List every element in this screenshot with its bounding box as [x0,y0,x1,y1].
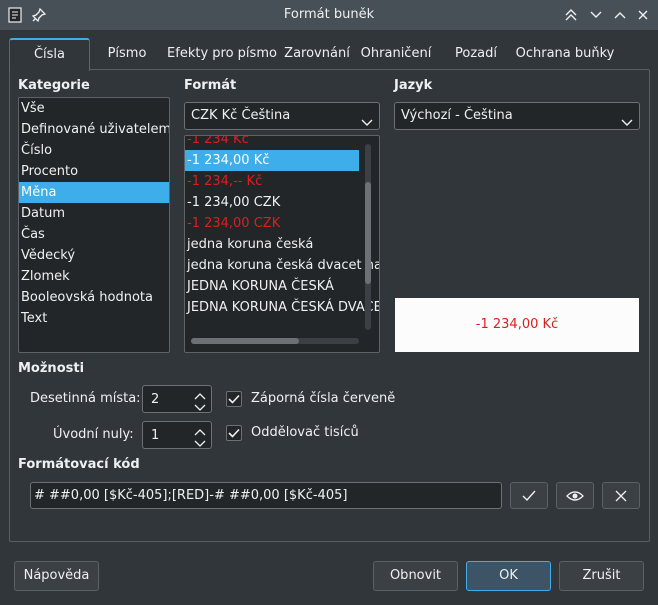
format-item[interactable]: jedna koruna česká [185,234,359,255]
close-icon [615,490,627,502]
close-icon[interactable] [634,6,652,24]
checkmark-icon [522,490,536,502]
checkmark-icon [228,394,240,404]
cancel-button[interactable]: Zrušit [559,561,644,591]
category-item-boolean[interactable]: Booleovská hodnota [19,287,169,308]
keep-above-icon[interactable] [562,6,580,24]
category-item-user-defined[interactable]: Definované uživatelem [19,119,169,140]
format-label: Formát [184,78,237,93]
negative-red-label[interactable]: Záporná čísla červeně [251,391,395,406]
format-item[interactable]: -1 234,00 CZK [185,213,359,234]
reset-button[interactable]: Obnovit [373,561,458,591]
minimize-icon[interactable] [587,6,605,24]
format-item[interactable]: -1 234 Kč [185,136,359,150]
language-combo-value: Výchozí - Čeština [401,108,513,123]
chevron-down-icon [361,111,373,137]
window-title: Formát buněk [283,7,375,22]
tab-pismo[interactable]: Písmo [96,38,158,69]
currency-combo-value: CZK Kč Čeština [191,108,291,123]
category-item-cas[interactable]: Čas [19,224,169,245]
negative-red-checkbox[interactable] [226,391,242,407]
ok-button[interactable]: OK [466,561,551,591]
tab-ohraniceni[interactable]: Ohraničení [358,38,434,69]
checkmark-icon [228,428,240,438]
currency-combo[interactable]: CZK Kč Čeština [184,102,380,130]
format-item-selected[interactable]: -1 234,00 Kč [185,150,359,171]
category-item-datum[interactable]: Datum [19,203,169,224]
hscroll-thumb[interactable] [191,338,299,344]
decimal-places-label: Desetinná místa: [30,391,141,406]
format-list-hscrollbar[interactable] [191,338,359,344]
leading-zeros-label: Úvodní nuly: [53,427,134,442]
decimal-places-spinbox[interactable]: 2 [142,385,212,413]
maximize-icon[interactable] [611,6,629,24]
apply-format-code-button[interactable] [510,482,548,509]
tab-cisla[interactable]: Čísla [9,38,90,71]
category-label: Kategorie [18,78,90,93]
format-list[interactable]: -1 234 Kč -1 234,00 Kč -1 234,-- Kč -1 2… [184,135,380,353]
pin-icon[interactable] [30,6,48,24]
format-item[interactable]: JEDNA KORUNA ČESKÁ [185,276,359,297]
leading-zeros-value: 1 [151,428,160,443]
category-list[interactable]: Vše Definované uživatelem Číslo Procento… [18,97,170,353]
help-button[interactable]: Nápověda [14,561,99,591]
tab-pozadi[interactable]: Pozadí [448,38,504,69]
format-item[interactable]: jedna koruna česká dvacet haléřů [185,255,379,276]
thousands-separator-checkbox[interactable] [226,425,242,441]
spin-down-icon[interactable] [194,401,206,416]
format-code-value: # ##0,00 [$Kč-405];[RED]-# ##0,00 [$Kč-4… [34,488,348,503]
options-label: Možnosti [18,361,85,376]
format-list-vscrollbar[interactable] [365,144,371,330]
language-combo[interactable]: Výchozí - Čeština [394,102,640,130]
edit-comment-button[interactable] [556,482,594,509]
preview-text: -1 234,00 Kč [475,317,559,332]
category-item-procento[interactable]: Procento [19,161,169,182]
format-item[interactable]: -1 234,-- Kč [185,171,359,192]
eye-icon [566,491,584,501]
format-code-input[interactable]: # ##0,00 [$Kč-405];[RED]-# ##0,00 [$Kč-4… [30,482,502,509]
decimal-places-value: 2 [151,392,160,407]
category-item-vse[interactable]: Vše [19,98,169,119]
language-label: Jazyk [394,78,433,93]
category-item-cislo[interactable]: Číslo [19,140,169,161]
format-preview: -1 234,00 Kč [395,298,639,352]
leading-zeros-spinbox[interactable]: 1 [142,421,212,449]
app-icon [6,6,24,24]
tab-bar: Čísla Písmo Efekty pro písmo Zarovnání O… [0,38,658,71]
format-item[interactable]: JEDNA KORUNA ČESKÁ DVACET HALÉŘŮ [185,297,379,318]
tab-ochrana-bunky[interactable]: Ochrana buňky [514,38,616,69]
delete-format-button[interactable] [602,482,640,509]
category-item-vedecky[interactable]: Vědecký [19,245,169,266]
category-item-zlomek[interactable]: Zlomek [19,266,169,287]
spin-down-icon[interactable] [194,437,206,452]
category-item-mena[interactable]: Měna [19,182,169,203]
category-item-text[interactable]: Text [19,308,169,329]
chevron-down-icon [621,111,633,137]
thousands-separator-label[interactable]: Oddělovač tisíců [251,425,359,440]
format-item[interactable]: -1 234,00 CZK [185,192,359,213]
tab-zarovnani[interactable]: Zarovnání [281,38,353,69]
format-code-label: Formátovací kód [18,457,140,472]
vscroll-thumb[interactable] [365,182,371,284]
title-bar: Formát buněk [0,0,658,30]
tab-efekty-pro-pismo[interactable]: Efekty pro písmo [166,38,278,69]
